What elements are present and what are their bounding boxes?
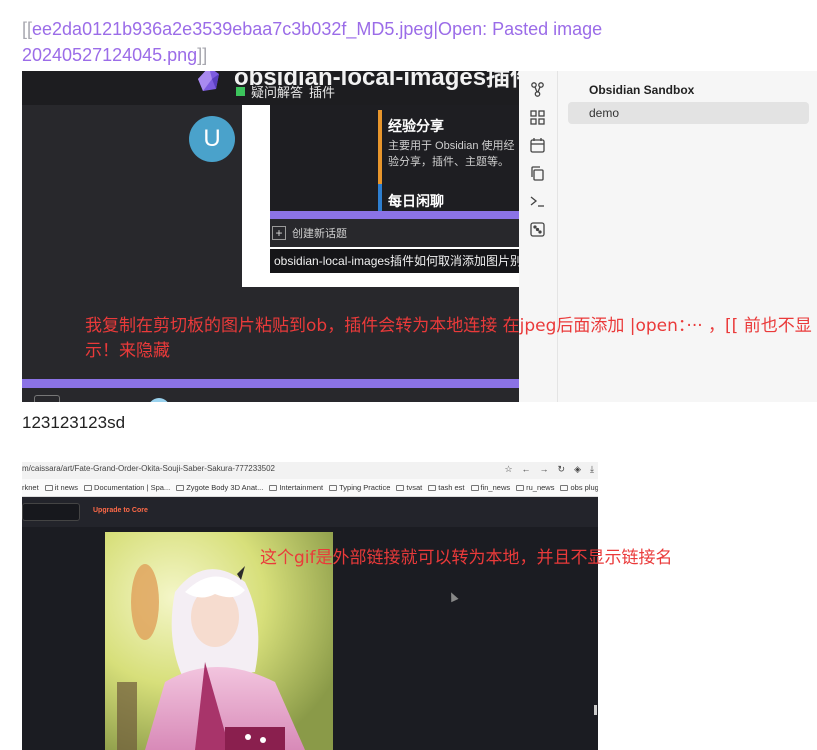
download-icon: ⤓ xyxy=(590,464,594,474)
forward-icon: → xyxy=(539,464,549,474)
category-item: 每日闲聊 xyxy=(378,184,519,211)
dice-icon[interactable] xyxy=(529,221,546,238)
file-item-demo[interactable]: demo xyxy=(568,102,809,124)
mouse-cursor-icon xyxy=(447,590,459,603)
folder-icon xyxy=(269,484,278,491)
category-title: 经验分享 xyxy=(388,118,444,134)
tag-plugin: 插件 xyxy=(309,85,336,100)
user-circle-icon xyxy=(148,398,170,402)
bookmark-item: Intertainment xyxy=(269,483,323,492)
bookmark-item: fin_news xyxy=(470,483,510,492)
browser-url: m/caissara/art/Fate-Grand-Order-Okita-So… xyxy=(22,464,275,473)
folder-icon xyxy=(428,484,437,491)
category-color-bar xyxy=(378,110,382,184)
avatar-letter: U xyxy=(203,125,221,152)
avatar: U xyxy=(189,116,235,162)
folder-icon xyxy=(84,484,93,491)
folder-icon xyxy=(470,484,479,491)
tag-qa: 疑问解答 xyxy=(251,85,304,100)
wikilink-open-bracket: [[ xyxy=(22,19,33,39)
folder-icon xyxy=(44,484,53,491)
bookmarks-bar: rknet it news Documentation | Spa... Zyg… xyxy=(22,479,598,497)
annotation-text: 这个gif是外部链接就可以转为本地，并且不显示链接名 xyxy=(260,548,673,568)
wikilink-close-bracket: ]] xyxy=(197,45,208,65)
upgrade-link: Upgrade to Core xyxy=(93,507,148,514)
annotation-text: 我复制在剪切板的图片粘贴到ob，插件会转为本地连接 在jpeg后面添加 |ope… xyxy=(85,316,812,361)
composer-bottom-bar xyxy=(22,379,519,388)
category-description: 主要用于 Obsidian 使用经验分享，插件、主题等。 xyxy=(388,140,515,168)
bookmark-item: it news xyxy=(44,483,78,492)
folder-icon xyxy=(516,484,525,491)
folder-icon xyxy=(396,484,405,491)
folder-icon xyxy=(34,395,60,402)
bookmark-item: Typing Practice xyxy=(329,483,390,492)
browser-url-bar: m/caissara/art/Fate-Grand-Order-Okita-So… xyxy=(22,462,598,479)
topic-tags: 疑问解答 插件 xyxy=(236,82,335,101)
bookmark-item: tash est xyxy=(428,483,465,492)
back-icon: ← xyxy=(521,464,531,474)
bookmark-item: ru_news xyxy=(516,483,554,492)
plus-icon: + xyxy=(272,226,286,240)
category-title: 每日闲聊 xyxy=(388,193,444,209)
star-icon: ☆ xyxy=(504,464,513,474)
shield-icon: ◈ xyxy=(574,464,582,474)
scroll-marker xyxy=(594,705,597,715)
blocks-icon[interactable] xyxy=(529,109,546,126)
bookmark-item: tvsat xyxy=(396,483,422,492)
category-color-square xyxy=(236,87,245,96)
category-item: 经验分享 主要用于 Obsidian 使用经验分享，插件、主题等。 xyxy=(378,110,519,184)
browser-toolbar-icons: ☆ ← → ↻ ◈ ⤓ xyxy=(504,464,594,475)
terminal-icon[interactable] xyxy=(529,193,546,210)
new-topic-label: 创建新话题 xyxy=(292,228,347,240)
vault-name[interactable]: Obsidian Sandbox xyxy=(589,83,694,97)
folder-icon xyxy=(329,484,338,491)
bookmark-item: Documentation | Spa... xyxy=(84,483,170,492)
note-paragraph: 123123123sd xyxy=(22,413,126,432)
bookmark-item: rknet xyxy=(22,483,39,492)
copy-icon[interactable] xyxy=(529,165,546,182)
reload-icon: ↻ xyxy=(557,464,566,474)
folder-icon xyxy=(176,484,185,491)
folder-icon xyxy=(560,484,569,491)
composer-divider xyxy=(270,211,519,219)
category-color-bar xyxy=(378,184,382,211)
wikilink-text[interactable]: ee2da0121b936a2e3539ebaa7c3b032f_MD5.jpe… xyxy=(22,19,602,65)
bookmark-item: obs plugin xyxy=(560,483,598,492)
wikilink[interactable]: [[ee2da0121b936a2e3539ebaa7c3b032f_MD5.j… xyxy=(22,16,662,68)
forum-header: obsidian-local-images插件 疑问解答 插件 xyxy=(22,71,519,105)
graph-icon[interactable] xyxy=(529,81,546,98)
bookmark-item: Zygote Body 3D Anat... xyxy=(176,483,263,492)
site-header: Upgrade to Core xyxy=(22,497,598,527)
site-search-box xyxy=(22,503,80,521)
embedded-screenshot-browser: m/caissara/art/Fate-Grand-Order-Okita-So… xyxy=(22,462,598,750)
new-topic-row: + 创建新话题 xyxy=(270,219,519,247)
topic-title-field: obsidian-local-images插件如何取消添加图片别名 xyxy=(270,249,519,273)
obsidian-logo-icon xyxy=(198,71,219,91)
calendar-icon[interactable] xyxy=(529,137,546,154)
